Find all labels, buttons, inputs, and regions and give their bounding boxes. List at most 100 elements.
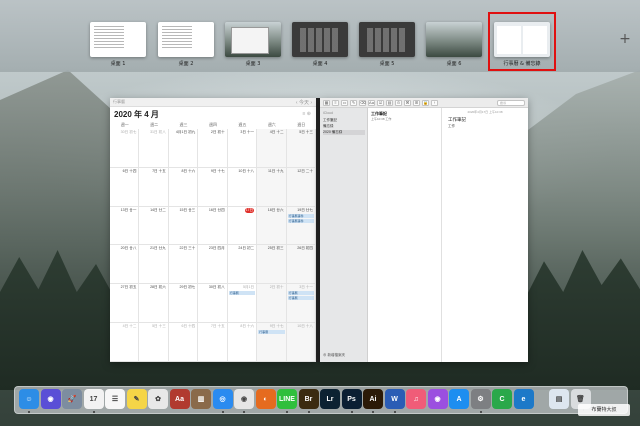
notes-toolbar-button[interactable]: ⊙ bbox=[395, 99, 402, 106]
calendar-day-cell[interactable]: 5月1日 行事曆 bbox=[227, 284, 258, 324]
space-thumbnail-1[interactable] bbox=[90, 22, 146, 57]
calendar-day-cell[interactable]: 10日 十八 bbox=[227, 167, 258, 207]
calendar-day-cell[interactable]: 9日 十七 行事曆 bbox=[257, 323, 287, 362]
sidebar-folder-item[interactable]: 備忘錄 bbox=[323, 124, 365, 129]
notes-window[interactable]: ▦ ≡ ▭ ✎ ⌫ Aa ☑ ▤ ⊙ ⌘ ⊞ 🔒 ↑ 搜尋 iCloud 工作筆記 備忘錄 2020 備… bbox=[320, 98, 528, 362]
calendar-event[interactable]: 行事曆 bbox=[287, 296, 314, 301]
calendar-day-cell[interactable]: 24日 初二 bbox=[227, 245, 258, 285]
bridge-icon[interactable]: Br bbox=[298, 389, 319, 409]
calendar-icon[interactable]: 17 bbox=[83, 389, 104, 409]
notes-toolbar-button[interactable]: ▦ bbox=[323, 99, 330, 106]
notes-toolbar-button[interactable]: ⌘ bbox=[404, 99, 411, 106]
dictionary-icon[interactable]: Aa bbox=[169, 389, 190, 409]
calendar-event[interactable]: 行事曆 bbox=[287, 291, 314, 296]
edge-icon[interactable]: e bbox=[513, 389, 534, 409]
space-thumbnail-6[interactable] bbox=[426, 22, 482, 57]
app-store-icon[interactable]: A bbox=[449, 389, 469, 409]
calendar-day-cell[interactable]: 4月1日 初九 bbox=[168, 129, 199, 168]
sidebar-folder-item[interactable]: 工作筆記 bbox=[323, 118, 365, 123]
calendar-day-cell[interactable]: 29日 初七 bbox=[168, 284, 199, 324]
calendar-day-cell[interactable]: 6日 十四 bbox=[110, 167, 140, 207]
space-thumbnail-4[interactable] bbox=[292, 22, 348, 57]
notes-toolbar-button[interactable]: ⊞ bbox=[413, 99, 420, 106]
calendar-day-cell[interactable]: 30日 初七 bbox=[110, 129, 140, 168]
notes-toolbar-button[interactable]: ≡ bbox=[332, 99, 339, 106]
calendar-day-cell[interactable]: 5日 十三 bbox=[286, 129, 316, 168]
calendar-day-cell[interactable]: 10日 十八 bbox=[286, 323, 316, 362]
calendar-day-cell[interactable]: 2日 初十 bbox=[198, 129, 228, 168]
calendar-window[interactable]: 行事曆 ‹ 今天 › 2020 年 4 月 ≡ ⊕ 週一 週二 週三 週四 週五… bbox=[110, 98, 316, 362]
calendar-day-cell[interactable]: 7日 十五 bbox=[198, 323, 228, 362]
illustrator-icon[interactable]: Ai bbox=[363, 389, 383, 409]
calendar-day-cell[interactable]: 25日 初三 bbox=[257, 245, 287, 285]
calendar-event[interactable]: 行事曆 bbox=[228, 291, 256, 296]
word-icon[interactable]: W bbox=[384, 389, 405, 409]
calendar-day-cell[interactable]: 14日 廿二 bbox=[139, 206, 169, 246]
calendar-day-cell[interactable]: 30日 初八 bbox=[198, 284, 228, 324]
notes-toolbar-button[interactable]: ✎ bbox=[350, 99, 357, 106]
note-body-title[interactable]: 工作筆記 bbox=[448, 117, 466, 123]
calendar-day-cell[interactable]: 16日 廿四 bbox=[198, 206, 228, 246]
firefox-icon[interactable]: ◐ bbox=[255, 389, 276, 409]
note-list-item[interactable]: 工作筆記 上午10:38 工作 bbox=[368, 110, 442, 124]
calendar-day-cell[interactable]: 27日 初五 bbox=[110, 284, 140, 324]
calendar-day-cell[interactable]: 6日 十四 bbox=[168, 323, 199, 362]
calendar-day-cell[interactable]: 13日 廿一 bbox=[110, 206, 140, 246]
notes-toolbar-button[interactable]: ⌫ bbox=[359, 99, 366, 106]
calendar-day-cell[interactable]: 22日 三十 bbox=[168, 245, 199, 285]
music-icon[interactable]: ♫ bbox=[406, 389, 426, 409]
calendar-day-cell[interactable]: 11日 十九 bbox=[257, 167, 287, 207]
sidebar-folder-item-selected[interactable]: 2020 備忘錄 bbox=[323, 130, 365, 135]
calendar-day-cell-today[interactable]: 17日 bbox=[227, 206, 258, 246]
chrome-icon[interactable]: ◉ bbox=[234, 389, 254, 409]
calendar-day-cell[interactable]: 31日 初八 bbox=[139, 129, 169, 168]
notes-search-input[interactable]: 搜尋 bbox=[497, 100, 525, 106]
line-icon[interactable]: LINE bbox=[277, 389, 297, 409]
calendar-day-cell[interactable]: 2日 初十 bbox=[257, 284, 287, 324]
calendar-day-cell[interactable]: 5日 十三 bbox=[139, 323, 169, 362]
calendar-day-cell[interactable]: 28日 初六 bbox=[139, 284, 169, 324]
launchpad-icon[interactable]: 🚀 bbox=[62, 389, 82, 409]
camtasia-icon[interactable]: C bbox=[492, 389, 512, 409]
calendar-day-cell[interactable]: 4日 十二 bbox=[257, 129, 287, 168]
space-thumbnail-5[interactable] bbox=[359, 22, 415, 57]
calendar-day-cell[interactable]: 19日 廿七 行事曆事件 行事曆事件 bbox=[286, 206, 316, 246]
calendar-navigation[interactable]: ‹ 今天 › bbox=[296, 99, 312, 106]
safari-icon[interactable]: ◎ bbox=[212, 389, 233, 409]
notes-toolbar-button[interactable]: ▤ bbox=[386, 99, 393, 106]
podcasts-icon[interactable]: ◉ bbox=[427, 389, 448, 409]
space-thumbnail-3[interactable] bbox=[225, 22, 281, 57]
calendar-day-cell[interactable]: 23日 四月 bbox=[198, 245, 228, 285]
notes-toolbar-button[interactable]: ▭ bbox=[341, 99, 348, 106]
calendar-day-cell[interactable]: 12日 二十 bbox=[286, 167, 316, 207]
calendar-day-cell[interactable]: 4日 十二 bbox=[110, 323, 140, 362]
photos-icon[interactable]: ✿ bbox=[148, 389, 168, 409]
siri-icon[interactable]: ◉ bbox=[40, 389, 61, 409]
reminders-icon[interactable]: ☰ bbox=[105, 389, 125, 409]
calendar-day-cell[interactable]: 18日 廿六 bbox=[257, 206, 287, 246]
calendar-day-cell[interactable]: 8日 十六 bbox=[227, 323, 258, 362]
calendar-event[interactable]: 行事曆 bbox=[258, 330, 285, 335]
calendar-day-cell[interactable]: 3日 十一 bbox=[227, 129, 258, 168]
photoshop-icon[interactable]: Ps bbox=[341, 389, 362, 409]
finder-icon[interactable]: ☺ bbox=[19, 389, 39, 409]
calendar-day-cell[interactable]: 8日 十六 bbox=[168, 167, 199, 207]
note-body-text[interactable]: 工作 bbox=[448, 124, 455, 129]
calendar-event[interactable]: 行事曆事件 bbox=[287, 213, 314, 218]
lightroom-icon[interactable]: Lr bbox=[320, 389, 340, 409]
notes-toolbar-button[interactable]: ☑ bbox=[377, 99, 384, 106]
space-thumbnail-2[interactable] bbox=[158, 22, 214, 57]
note-editor[interactable]: 2020年4月17日 上午10:38 工作筆記 工作 bbox=[442, 108, 528, 362]
calendar-day-cell[interactable]: 21日 廿九 bbox=[139, 245, 169, 285]
notes-icon[interactable]: ✎ bbox=[126, 389, 147, 409]
calendar-sidebar-toggle[interactable]: 行事曆 bbox=[113, 99, 125, 105]
preview-icon[interactable]: ▥ bbox=[191, 389, 211, 409]
add-space-button[interactable]: + bbox=[618, 32, 632, 46]
notes-toolbar-button[interactable]: 🔒 bbox=[422, 99, 429, 106]
calendar-day-cell[interactable]: 7日 十五 bbox=[139, 167, 169, 207]
calendar-day-cell[interactable]: 15日 廿三 bbox=[168, 206, 199, 246]
calendar-day-cell[interactable]: 26日 初四 bbox=[286, 245, 316, 285]
calendar-day-cell[interactable]: 20日 廿八 bbox=[110, 245, 140, 285]
system-preferences-icon[interactable]: ⚙ bbox=[470, 389, 491, 409]
notes-toolbar-button[interactable]: Aa bbox=[368, 99, 375, 106]
